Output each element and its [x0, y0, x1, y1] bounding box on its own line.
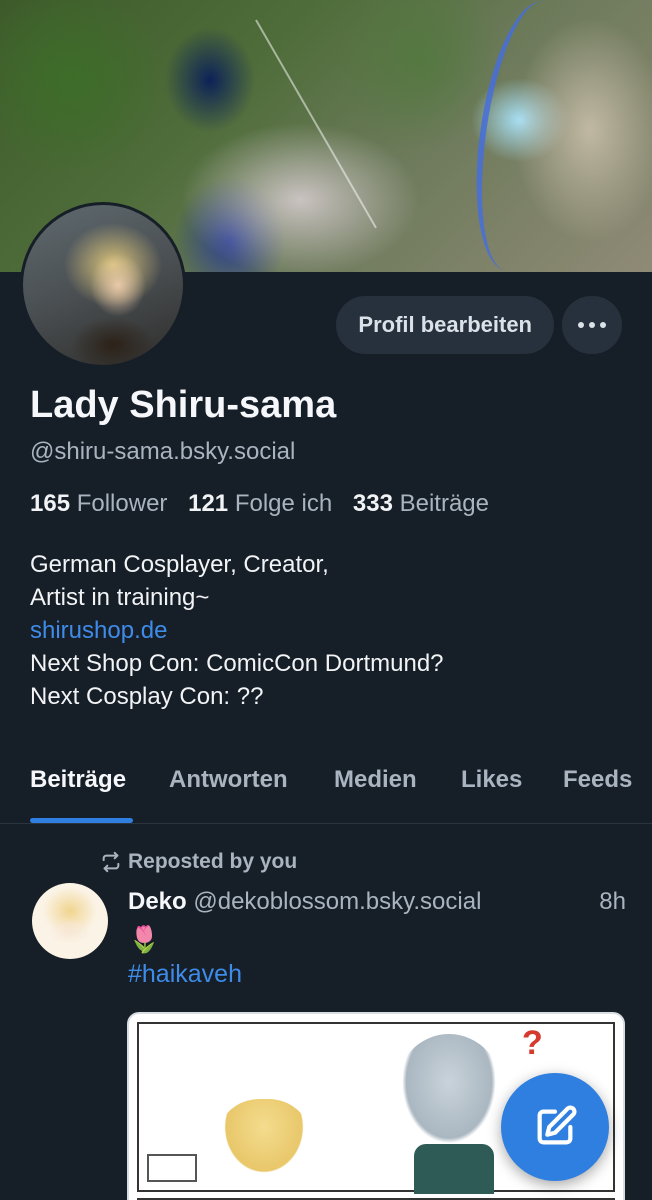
bio-line: German Cosplayer, Creator, [30, 551, 329, 578]
post-hashtag[interactable]: #haikaveh [128, 960, 242, 989]
comic-character-body [414, 1144, 494, 1194]
profile-handle: @shiru-sama.bsky.social [30, 438, 296, 465]
post-author-avatar[interactable] [32, 883, 108, 959]
tab-feeds[interactable]: Feeds [563, 766, 632, 794]
tab-beitraege[interactable]: Beiträge [30, 766, 126, 794]
profile-tabs: Beiträge Antworten Medien Likes Feeds [0, 760, 652, 824]
repost-icon [102, 851, 120, 873]
tab-antworten[interactable]: Antworten [169, 766, 288, 794]
banner-bow [461, 0, 589, 272]
bio-line: Next Cosplay Con: ?? [30, 683, 264, 710]
followers-stat[interactable]: 165 Follower [30, 490, 167, 517]
compose-button[interactable] [501, 1073, 609, 1181]
repost-label: Reposted by you [128, 850, 298, 873]
posts-stat: 333 Beiträge [352, 490, 489, 517]
comic-character-blond [219, 1099, 309, 1179]
more-options-button[interactable] [562, 296, 622, 354]
post-author-name[interactable]: Deko [128, 888, 187, 915]
repost-indicator[interactable]: Reposted by you [100, 850, 297, 874]
compose-icon [537, 1105, 577, 1145]
active-tab-indicator [30, 818, 133, 823]
comic-question-mark: ? [522, 1024, 543, 1062]
edit-profile-button[interactable]: Profil bearbeiten [336, 296, 554, 354]
ellipsis-icon [578, 322, 584, 328]
post-author-handle[interactable]: @dekoblossom.bsky.social [193, 888, 481, 915]
comic-character-silver [394, 1034, 504, 1154]
post-header: Deko @dekoblossom.bsky.social 8h [128, 888, 626, 916]
tab-medien[interactable]: Medien [334, 766, 417, 794]
post-timestamp[interactable]: 8h [599, 888, 626, 916]
profile-bio: German Cosplayer, Creator, Artist in tra… [30, 548, 444, 713]
bio-line: Next Shop Con: ComicCon Dortmund? [30, 650, 444, 677]
post-emoji: 🌷 [128, 924, 161, 954]
profile-actions: Profil bearbeiten [336, 296, 622, 354]
profile-avatar[interactable] [20, 202, 186, 368]
display-name: Lady Shiru-sama [30, 384, 337, 426]
profile-stats: 165 Follower 121 Folge ich 333 Beiträge [30, 490, 489, 518]
banner-bowstring [255, 19, 377, 229]
tab-likes[interactable]: Likes [461, 766, 522, 794]
comic-books-drawing [147, 1154, 197, 1182]
following-stat[interactable]: 121 Folge ich [188, 490, 332, 517]
bio-link[interactable]: shirushop.de [30, 614, 444, 647]
bio-line: Artist in training~ [30, 584, 210, 611]
